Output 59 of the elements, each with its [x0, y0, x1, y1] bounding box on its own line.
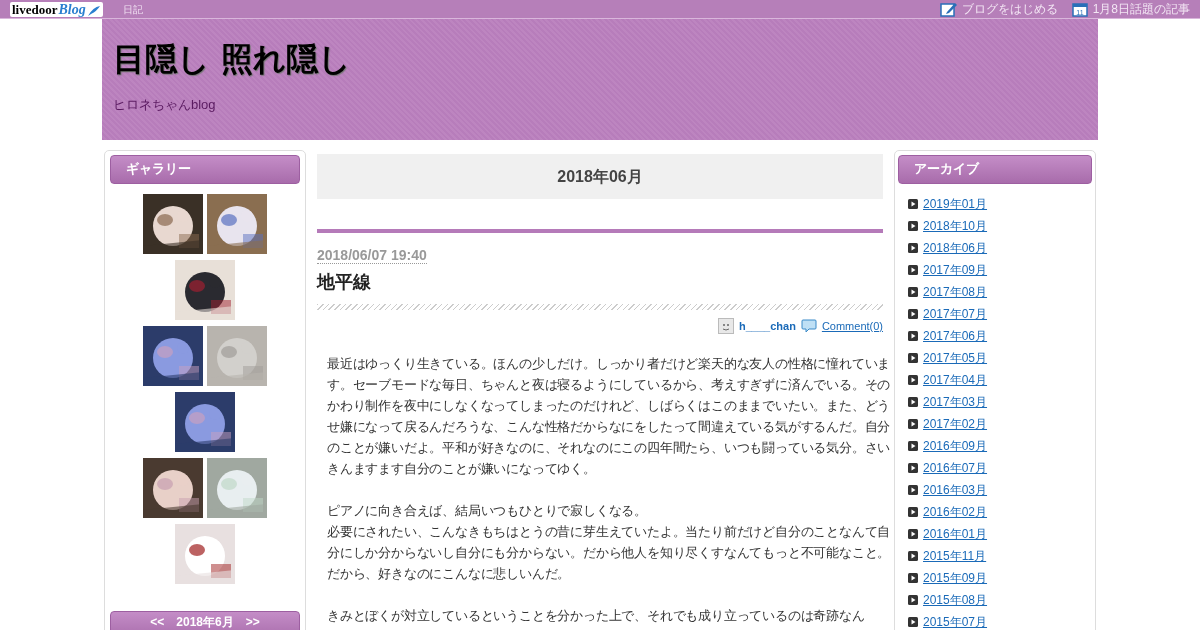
archive-link[interactable]: 2016年09月	[923, 437, 988, 455]
archive-link[interactable]: 2017年05月	[923, 349, 988, 367]
sidebar-heading: アーカイブ	[898, 155, 1092, 184]
archive-link[interactable]: 2016年02月	[923, 503, 988, 521]
bullet-icon	[908, 199, 918, 209]
bullet-icon	[908, 551, 918, 561]
archive-link[interactable]: 2015年09月	[923, 569, 988, 587]
bullet-icon	[908, 309, 918, 319]
avatar-icon	[718, 318, 734, 335]
archive-link[interactable]: 2017年02月	[923, 415, 988, 433]
archive-link[interactable]: 2017年03月	[923, 393, 988, 411]
bullet-icon	[908, 353, 918, 363]
bullet-icon	[908, 397, 918, 407]
post-text: 必要にされたい、こんなきもちはとうの昔に芽生えていたよ。当たり前だけど自分のことなんて自分にしか分からないし自分にも分からない。だから他人を知り尽くすなんてもっと不可能なこと。だから、好きなのにこんなに悲しいんだ。	[327, 522, 892, 583]
archive-link[interactable]: 2015年08月	[923, 591, 988, 609]
blog-title[interactable]: 目隠し 照れ隠し	[113, 39, 1087, 79]
author-link[interactable]: h____chan	[739, 318, 796, 335]
archive-link[interactable]: 2018年06月	[923, 239, 988, 257]
bullet-icon	[908, 375, 918, 385]
pencil-icon	[939, 1, 957, 17]
archive-link[interactable]: 2015年07月	[923, 613, 988, 630]
bullet-icon	[908, 331, 918, 341]
archive-link[interactable]: 2018年10月	[923, 217, 988, 235]
post-text: きみとぼくが対立しているということを分かった上で、それでも成り立っているのは奇跡なん	[327, 606, 866, 625]
archive-link[interactable]: 2016年03月	[923, 481, 988, 499]
archive-link[interactable]: 2017年09月	[923, 261, 988, 279]
archive-link[interactable]: 2016年01月	[923, 525, 988, 543]
bullet-icon	[908, 485, 918, 495]
bullet-icon	[908, 529, 918, 539]
bullet-icon	[908, 243, 918, 253]
post-text: 最近はゆっくり生きている。ほんの少しだけ。しっかり者だけど楽天的な友人の性格に憧れています。セーブモードな毎日、ちゃんと夜は寝るようにしているから、考えすぎずに済んでいる。そのかわり制作を夜中にしなくなってしまったのだけれど、しばらくはこのままでいたい。また、どうせ嫌になって戻るんだろうな、こんな性格だからなにをしたって間違えている気がするんだ。自分のことが嫌いだよ。平和が好きなのに、それなのにこの四年間たら、いつも闘っている気分。さいきんますます自分のことが嫌いになってゆく。	[327, 354, 892, 478]
bullet-icon	[908, 265, 918, 275]
archive-link[interactable]: 2017年08月	[923, 283, 988, 301]
comment-icon	[800, 319, 817, 334]
archive-link[interactable]: 2017年07月	[923, 305, 988, 323]
archive-link[interactable]: 2019年01月	[923, 195, 988, 213]
comment-link[interactable]: Comment(0)	[821, 318, 883, 335]
archive-link[interactable]: 2017年04月	[923, 371, 988, 389]
archive-link[interactable]: 2016年07月	[923, 459, 988, 477]
bullet-icon	[908, 441, 918, 451]
month-heading: 2018年06月	[317, 154, 883, 199]
bullet-icon	[908, 507, 918, 517]
sidebar-heading: ギャラリー	[110, 155, 300, 184]
blog-subtitle: ヒロネちゃんblog	[113, 96, 217, 114]
calendar-month: 2018年6月	[176, 614, 234, 630]
bullet-icon	[908, 419, 918, 429]
archive-link[interactable]: 2017年06月	[923, 327, 988, 345]
post-text: ピアノに向き合えば、結局いつもひとりで寂しくなる。	[327, 501, 648, 520]
bullet-icon	[908, 287, 918, 297]
livedoor-blog-logo[interactable]: livedoorBlog	[10, 1, 103, 17]
next-month-link[interactable]: >>	[245, 614, 260, 630]
previous-month-link[interactable]: <<	[150, 614, 165, 630]
bullet-icon	[908, 221, 918, 231]
bullet-icon	[908, 595, 918, 605]
bullet-icon	[908, 617, 918, 627]
post-title[interactable]: 地平線	[317, 270, 883, 294]
archive-link[interactable]: 2015年11月	[923, 547, 987, 565]
bullet-icon	[908, 463, 918, 473]
bullet-icon	[908, 573, 918, 583]
